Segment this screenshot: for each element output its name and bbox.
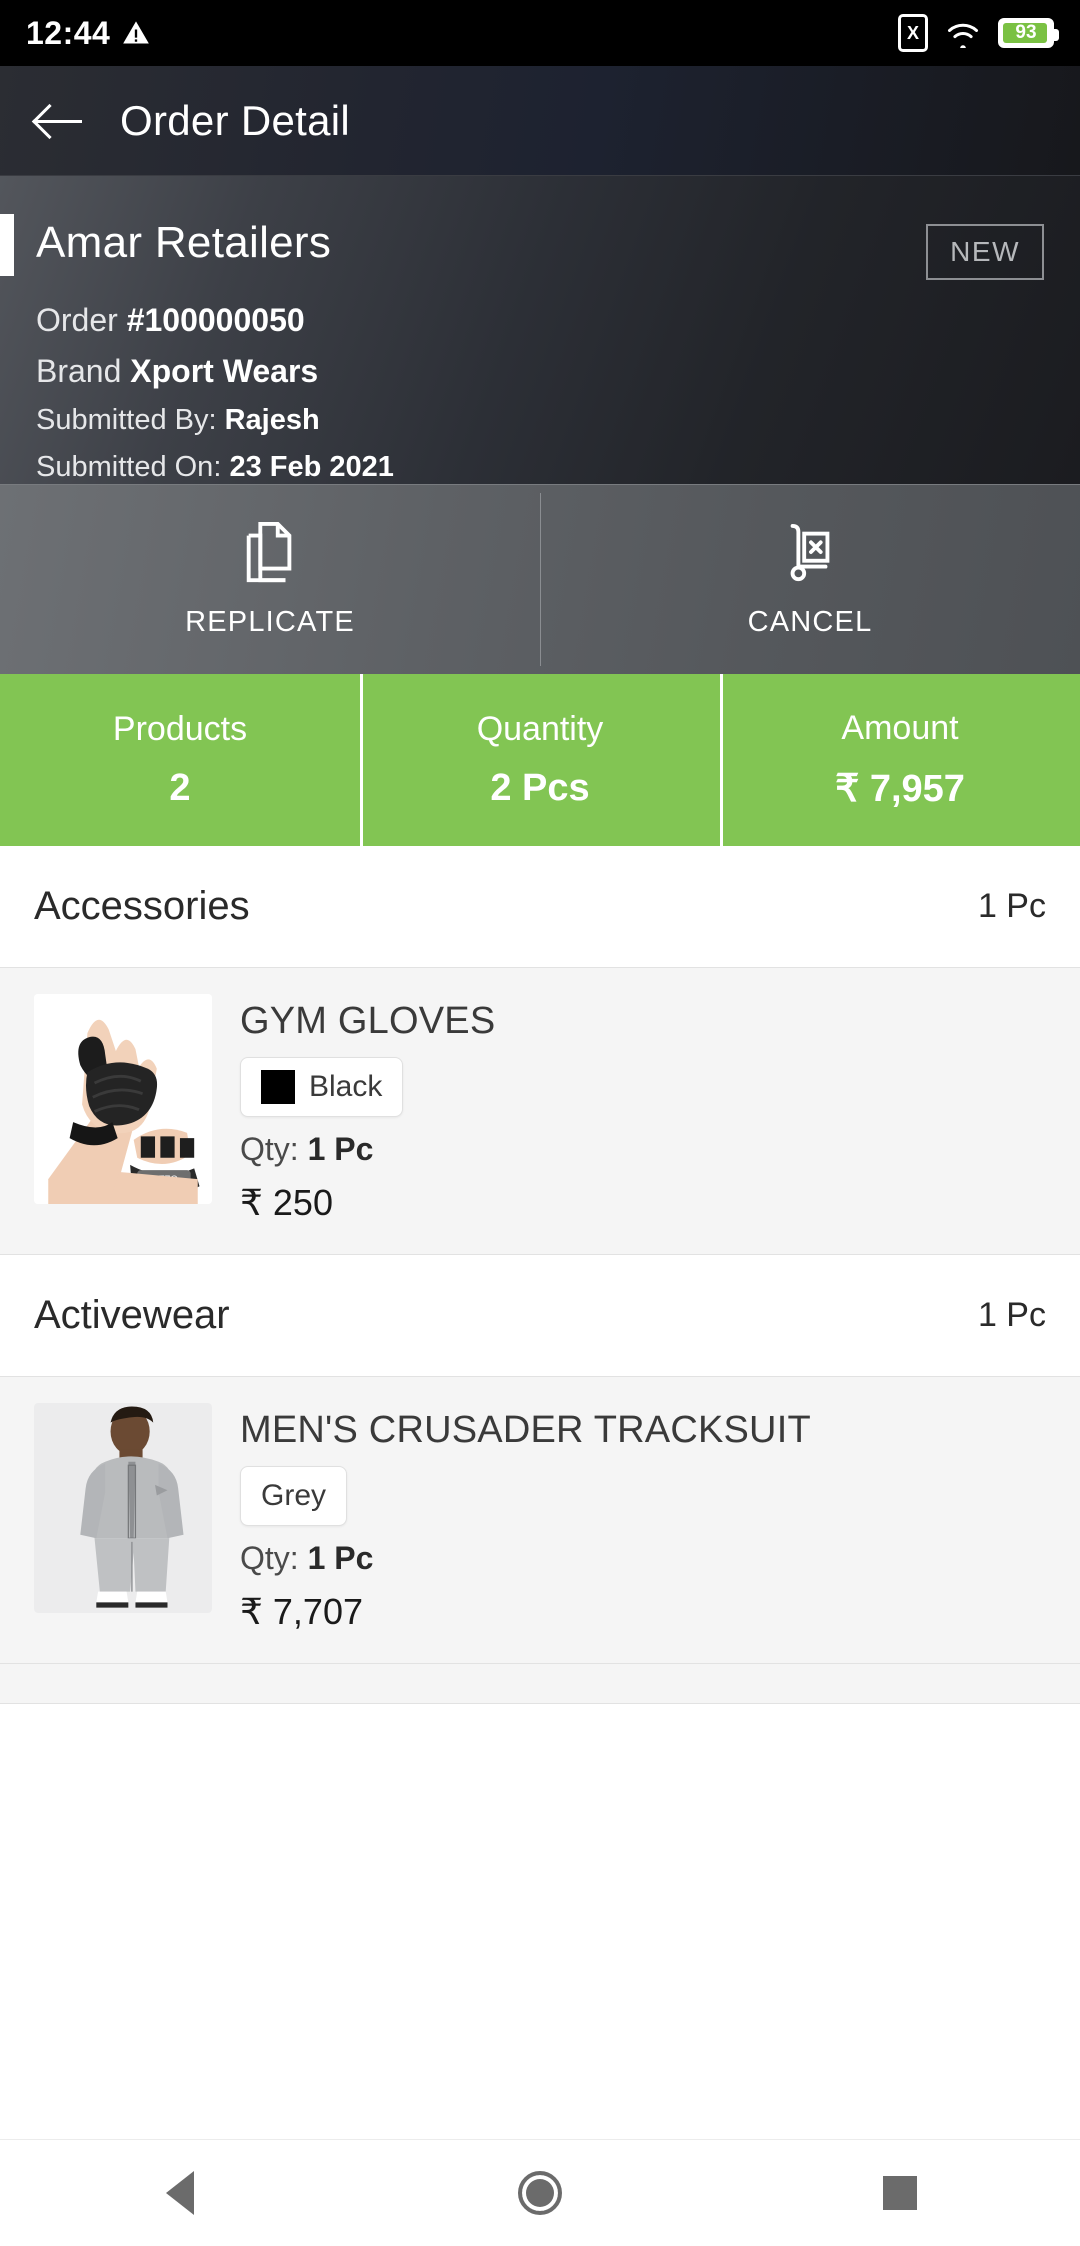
status-bar-left: 12:44: [26, 15, 150, 52]
nav-home-icon: [518, 2171, 562, 2215]
submitted-by-row: Submitted By: Rajesh: [36, 404, 1044, 437]
stat-amount-value: ₹ 7,957: [835, 768, 965, 810]
qty-value: 1 Pc: [307, 1131, 374, 1167]
product-name: GYM GLOVES: [240, 1000, 496, 1042]
color-swatch: [261, 1070, 295, 1104]
product-thumbnail: [34, 1403, 212, 1613]
warning-triangle-icon: [123, 21, 150, 44]
category-name: Activewear: [34, 1293, 230, 1337]
page-title: Order Detail: [120, 96, 351, 144]
submitted-by-label: Submitted By:: [36, 404, 217, 436]
brand-label: Brand: [36, 353, 122, 389]
category-header[interactable]: Activewear 1 Pc: [0, 1255, 1080, 1377]
brand-value: Xport Wears: [130, 353, 319, 389]
product-info: GYM GLOVES Black Qty: 1 Pc ₹ 250: [240, 994, 1046, 1224]
qty-value: 1 Pc: [307, 1540, 374, 1576]
category-qty: 1 Pc: [977, 1296, 1046, 1334]
order-info-panel: Amar Retailers NEW Order #100000050 Bran…: [0, 176, 1080, 484]
product-name: MEN'S CRUSADER TRACKSUIT: [240, 1409, 811, 1451]
category-header[interactable]: Accessories 1 Pc: [0, 846, 1080, 968]
android-nav-bar: [0, 2139, 1080, 2246]
order-number: #100000050: [126, 302, 305, 338]
submitted-by-value: Rajesh: [224, 404, 320, 436]
product-color-chip[interactable]: Grey: [240, 1466, 348, 1526]
list-partial-next-section: [0, 1664, 1080, 1704]
copy-documents-icon: [246, 522, 292, 583]
cancel-label: CANCEL: [747, 606, 873, 638]
stat-products-value: 2: [169, 767, 191, 809]
stat-amount-label: Amount: [841, 709, 959, 747]
qty-label: Qty:: [240, 1131, 299, 1167]
product-thumbnail: ORTZO: [34, 994, 212, 1204]
product-list[interactable]: Accessories 1 Pc GYM GLOVES Black Qty: 1…: [0, 846, 1080, 2139]
back-arrow-icon[interactable]: [36, 101, 84, 141]
app-bar: Order Detail: [0, 66, 1080, 176]
wifi-icon: [948, 23, 978, 48]
stat-products-label: Products: [112, 710, 248, 748]
stat-quantity-label: Quantity: [476, 710, 604, 748]
color-label: Grey: [261, 1479, 327, 1512]
replicate-label: REPLICATE: [185, 606, 355, 638]
nav-recents-button[interactable]: [840, 2140, 960, 2246]
status-bar: 12:44 X 93: [0, 0, 1080, 66]
order-summary-bar: Products 2 Quantity 2 Pcs Amount ₹ 7,957: [0, 674, 1080, 846]
stat-quantity-value: 2 Pcs: [490, 767, 590, 809]
business-name: Amar Retailers: [36, 218, 332, 267]
stat-products: Products 2: [0, 674, 360, 846]
battery-icon: 93: [998, 18, 1059, 48]
color-label: Black: [309, 1070, 383, 1103]
nav-home-button[interactable]: [480, 2140, 600, 2246]
product-price: ₹ 7,707: [240, 1591, 363, 1632]
status-bar-right: X 93: [898, 14, 1059, 52]
nav-back-button[interactable]: [120, 2140, 240, 2246]
product-color-chip[interactable]: Black: [240, 1057, 404, 1117]
product-row[interactable]: ORTZO GYM GLOVES Black Qty: 1 Pc ₹ 250: [0, 968, 1080, 1255]
status-badge: NEW: [926, 224, 1044, 280]
status-time: 12:44: [26, 14, 111, 51]
mens-tracksuit-photo: [34, 1403, 212, 1613]
product-price: ₹ 250: [240, 1182, 333, 1223]
stat-quantity: Quantity 2 Pcs: [360, 674, 720, 846]
product-qty: Qty: 1 Pc: [240, 1131, 1046, 1168]
product-row[interactable]: MEN'S CRUSADER TRACKSUIT Grey Qty: 1 Pc …: [0, 1377, 1080, 1664]
cancel-button[interactable]: CANCEL: [540, 485, 1080, 674]
accent-bar: [0, 214, 14, 276]
action-bar: REPLICATE CANCEL: [0, 484, 1080, 674]
battery-percent: 93: [1015, 22, 1037, 43]
submitted-on-row: Submitted On: 23 Feb 2021: [36, 451, 1044, 484]
order-detail-screen: 12:44 X 93 Order Detail Amar Retailers N…: [0, 0, 1080, 2246]
brand-row: Brand Xport Wears: [36, 353, 1044, 390]
gym-gloves-photo: ORTZO: [34, 994, 212, 1204]
order-number-row: Order #100000050: [36, 302, 1044, 339]
order-meta-list: Order #100000050 Brand Xport Wears Submi…: [36, 302, 1044, 484]
hand-truck-cancel-icon: [790, 523, 830, 582]
category-name: Accessories: [34, 884, 250, 928]
product-qty: Qty: 1 Pc: [240, 1540, 1046, 1577]
submitted-on-label: Submitted On:: [36, 451, 222, 483]
order-label: Order: [36, 302, 118, 338]
stat-amount: Amount ₹ 7,957: [720, 674, 1080, 846]
category-qty: 1 Pc: [977, 887, 1046, 925]
qty-label: Qty:: [240, 1540, 299, 1576]
nav-recents-icon: [883, 2176, 917, 2210]
nav-back-icon: [166, 2171, 194, 2215]
replicate-button[interactable]: REPLICATE: [0, 485, 540, 674]
sim-card-x-icon: X: [898, 14, 928, 52]
product-info: MEN'S CRUSADER TRACKSUIT Grey Qty: 1 Pc …: [240, 1403, 1046, 1633]
business-row: Amar Retailers NEW: [36, 218, 1044, 280]
submitted-on-value: 23 Feb 2021: [229, 451, 394, 483]
